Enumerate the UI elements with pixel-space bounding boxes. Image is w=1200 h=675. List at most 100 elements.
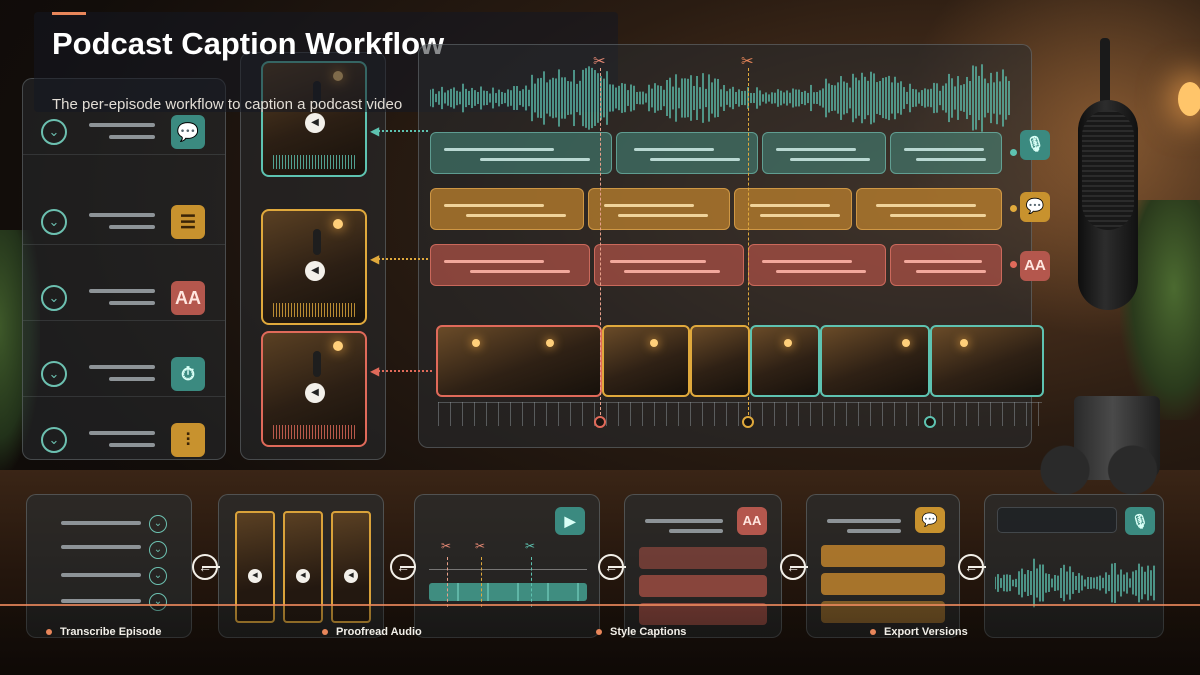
lamp-image xyxy=(650,339,658,347)
style-row[interactable] xyxy=(639,547,767,569)
clip-thumbnail[interactable]: ◀ xyxy=(261,209,367,325)
waveform-strip xyxy=(271,303,357,317)
playhead-knob[interactable] xyxy=(594,416,606,428)
play-icon[interactable]: ◀ xyxy=(305,113,325,133)
play-icon[interactable]: ◀ xyxy=(296,569,310,583)
style-segment[interactable] xyxy=(748,244,886,286)
arrow-head-icon: ◀ xyxy=(370,252,380,266)
speech-bubble-icon[interactable]: 💬 xyxy=(915,507,945,533)
placeholder-line xyxy=(89,365,155,369)
transcript-segment[interactable] xyxy=(890,132,1002,174)
style-segment[interactable] xyxy=(890,244,1002,286)
transcript-segment[interactable] xyxy=(430,132,612,174)
transcript-segment[interactable] xyxy=(616,132,758,174)
placeholder-line xyxy=(904,260,982,263)
step-label-text: Style Captions xyxy=(610,626,687,638)
font-size-icon[interactable]: AA xyxy=(737,507,767,535)
placeholder-line xyxy=(109,301,155,305)
scissors-icon[interactable]: ✂ xyxy=(441,539,451,553)
chevron-down-icon[interactable]: ⌄ xyxy=(41,361,67,387)
font-size-icon[interactable]: AA xyxy=(1020,251,1050,281)
placeholder-line xyxy=(669,529,723,533)
placeholder-line xyxy=(109,135,155,139)
mini-track[interactable] xyxy=(429,583,587,601)
placeholder-line xyxy=(634,148,714,151)
microphone-icon[interactable]: 🎙 xyxy=(1020,130,1050,160)
video-frame[interactable] xyxy=(602,325,690,397)
video-clip-icon[interactable]: ▶ xyxy=(555,507,585,535)
placeholder-line xyxy=(444,260,544,263)
style-segment[interactable] xyxy=(594,244,744,286)
play-icon[interactable]: ◀ xyxy=(305,383,325,403)
placeholder-line xyxy=(444,148,554,151)
caption-segment[interactable] xyxy=(856,188,1002,230)
lamp-image xyxy=(333,341,343,351)
arrow-left-icon: ← xyxy=(780,554,806,580)
video-frame[interactable] xyxy=(436,325,602,397)
workflow-step-label: Export Versions xyxy=(870,626,968,638)
step-row[interactable]: ⌄ ⫶ xyxy=(23,387,225,463)
play-icon[interactable]: ◀ xyxy=(344,569,358,583)
lamp-image xyxy=(784,339,792,347)
timeline-ruler[interactable] xyxy=(438,402,1042,426)
step-row[interactable]: ⌄ AA xyxy=(23,245,225,321)
timer-icon: ⏱ xyxy=(171,357,205,391)
font-size-icon: AA xyxy=(171,281,205,315)
microphone-icon[interactable]: 🎙 xyxy=(1125,507,1155,535)
bullet-dot xyxy=(596,629,602,636)
lamp-image xyxy=(546,339,554,347)
transcript-segment[interactable] xyxy=(762,132,886,174)
bullet-dot xyxy=(870,629,876,636)
caption-row[interactable] xyxy=(821,545,945,567)
placeholder-line xyxy=(916,158,986,161)
video-frame[interactable] xyxy=(690,325,750,397)
chevron-down-icon[interactable]: ⌄ xyxy=(41,427,67,453)
chevron-down-icon[interactable]: ⌄ xyxy=(149,515,167,533)
arrow-left-icon: ← xyxy=(390,554,416,580)
page-title: Podcast Caption Workflow xyxy=(52,26,445,61)
caption-segment[interactable] xyxy=(734,188,852,230)
chevron-down-icon[interactable]: ⌄ xyxy=(149,567,167,585)
caption-segment[interactable] xyxy=(430,188,584,230)
placeholder-line xyxy=(470,270,570,273)
video-frame[interactable] xyxy=(750,325,820,397)
placeholder-line xyxy=(61,599,141,603)
step-row[interactable]: ⌄ ⏱ xyxy=(23,321,225,397)
arrow-left-icon: ← xyxy=(598,554,624,580)
placeholder-line xyxy=(109,225,155,229)
scissors-icon[interactable]: ✂ xyxy=(525,539,535,553)
playhead-knob[interactable] xyxy=(742,416,754,428)
playhead-knob[interactable] xyxy=(924,416,936,428)
arrow-head-icon: ◀ xyxy=(370,124,380,138)
caption-segment[interactable] xyxy=(588,188,730,230)
chevron-down-icon[interactable]: ⌄ xyxy=(41,285,67,311)
chevron-down-icon[interactable]: ⌄ xyxy=(149,541,167,559)
lamp-image xyxy=(960,339,968,347)
caption-row[interactable] xyxy=(821,573,945,595)
scissors-icon[interactable]: ✂ xyxy=(741,52,754,70)
connector-arrow xyxy=(378,258,428,260)
scissors-icon[interactable]: ✂ xyxy=(475,539,485,553)
workflow-step-label: Proofread Audio xyxy=(322,626,422,638)
footer-divider xyxy=(0,604,1200,606)
video-frame[interactable] xyxy=(930,325,1044,397)
play-icon[interactable]: ◀ xyxy=(248,569,262,583)
page-subtitle: The per-episode workflow to caption a po… xyxy=(52,96,403,113)
chevron-down-icon[interactable]: ⌄ xyxy=(41,209,67,235)
clip-thumbnail[interactable]: ◀ xyxy=(261,331,367,447)
clip-thumbnail-panel: ◀ ◀ ◀ xyxy=(240,52,386,460)
speech-bubble-icon[interactable]: 💬 xyxy=(1020,192,1050,222)
chevron-down-icon[interactable]: ⌄ xyxy=(41,119,67,145)
video-frame[interactable] xyxy=(820,325,930,397)
waveform-strip xyxy=(271,155,357,169)
step-row[interactable]: ⌄ ☰ xyxy=(23,169,225,245)
style-segment[interactable] xyxy=(430,244,590,286)
track-dot xyxy=(1010,261,1017,268)
scissors-icon[interactable]: ✂ xyxy=(593,52,606,70)
play-icon[interactable]: ◀ xyxy=(305,261,325,281)
arrow-head-icon: ◀ xyxy=(370,364,380,378)
audio-file-field[interactable] xyxy=(997,507,1117,533)
placeholder-line xyxy=(89,213,155,217)
placeholder-line xyxy=(760,214,840,217)
style-row[interactable] xyxy=(639,575,767,597)
